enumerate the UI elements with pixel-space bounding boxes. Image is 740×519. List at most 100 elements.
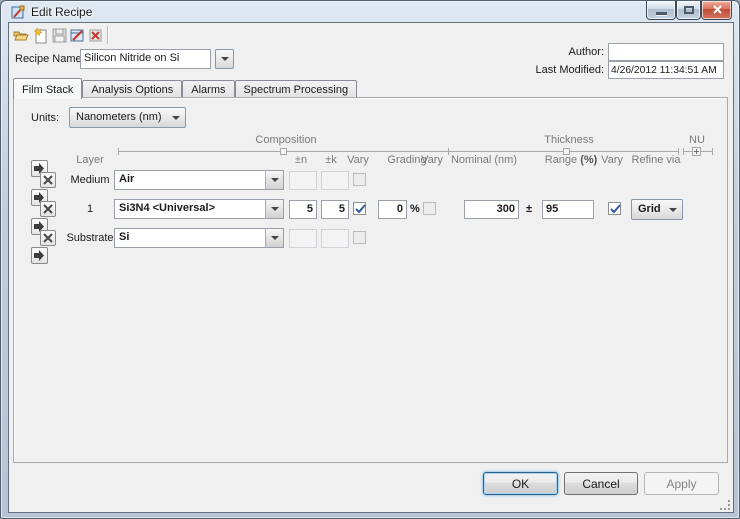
author-label: Author:	[501, 46, 604, 58]
recipe-name-label: Recipe Name:	[15, 53, 85, 65]
pk-field[interactable]: 5	[321, 200, 349, 219]
thickness-group-label: Thickness	[519, 134, 619, 146]
insert-layer-button[interactable]	[31, 247, 48, 264]
delete-row-button[interactable]	[40, 230, 56, 246]
percent-label: %	[410, 203, 420, 215]
pn-field	[289, 171, 317, 190]
save-recipe-button[interactable]	[51, 27, 68, 44]
delete-row-button[interactable]	[40, 172, 56, 188]
minimize-icon	[656, 12, 667, 15]
tab-bar: Film StackAnalysis OptionsAlarmsSpectrum…	[13, 77, 357, 98]
plus-minus-label: ±	[526, 203, 532, 215]
pn-field	[289, 229, 317, 248]
pk-field	[321, 229, 349, 248]
resize-grip[interactable]	[720, 500, 731, 511]
material-value: Si3N4 <Universal>	[119, 202, 263, 214]
material-dropdown-button[interactable]	[265, 229, 283, 247]
refine-via-value: Grid	[638, 203, 662, 215]
maximize-button[interactable]	[676, 1, 701, 20]
pn-field[interactable]: 5	[289, 200, 317, 219]
edit-recipe-dialog: Edit Recipe Recipe Name: Silicon Nitride…	[0, 0, 740, 519]
col-layer: Layer	[65, 154, 115, 166]
tab-analysis-options[interactable]: Analysis Options	[82, 80, 182, 98]
col-grading-vary: Vary	[413, 154, 451, 166]
app-icon	[11, 5, 26, 20]
window-title: Edit Recipe	[31, 5, 92, 19]
range-field[interactable]: 95	[542, 200, 594, 219]
open-folder-icon	[13, 27, 30, 44]
vary-checkbox	[353, 231, 366, 244]
toolbar-separator	[107, 26, 108, 44]
nu-expand-handle[interactable]	[692, 147, 701, 156]
col-pn: ±n	[287, 154, 315, 166]
bracket-tick	[118, 148, 119, 155]
delete-icon	[87, 27, 104, 44]
recipe-name-dropdown-button[interactable]	[215, 49, 234, 69]
refine-via-dropdown[interactable]: Grid	[631, 199, 683, 220]
grading-field[interactable]: 0	[378, 200, 407, 219]
plus-icon	[696, 149, 697, 154]
maximize-icon	[684, 6, 694, 14]
close-icon	[702, 1, 733, 20]
minimize-button[interactable]	[646, 1, 676, 20]
layer-label: Substrate	[59, 232, 121, 244]
tab-alarms[interactable]: Alarms	[182, 80, 234, 98]
new-document-icon	[32, 27, 49, 44]
material-combobox[interactable]: Si3N4 <Universal>	[114, 199, 284, 219]
author-input[interactable]	[608, 43, 724, 61]
chevron-down-icon	[669, 208, 677, 212]
check-icon	[609, 202, 622, 215]
units-dropdown[interactable]: Nanometers (nm)	[69, 107, 186, 128]
x-icon	[41, 202, 55, 216]
check-icon	[354, 202, 367, 215]
units-dropdown-button[interactable]	[167, 108, 185, 127]
col-thickness-vary: Vary	[593, 154, 631, 166]
layer-label: Medium	[59, 174, 121, 186]
last-modified-value: 4/26/2012 11:34:51 AM	[608, 61, 724, 79]
edit-grid-icon	[69, 27, 86, 44]
grading-vary-checkbox[interactable]	[423, 202, 436, 215]
delete-row-button[interactable]	[40, 201, 56, 217]
tab-spectrum-processing[interactable]: Spectrum Processing	[235, 80, 358, 98]
vary-checkbox[interactable]	[353, 202, 366, 215]
chevron-down-icon	[221, 57, 229, 61]
insert-arrow-icon	[32, 248, 47, 263]
vary-checkbox	[353, 173, 366, 186]
material-combobox[interactable]: Air	[114, 170, 284, 190]
units-label: Units:	[31, 112, 59, 124]
material-dropdown-button[interactable]	[265, 200, 283, 218]
cancel-button[interactable]: Cancel	[564, 472, 638, 495]
material-value: Si	[119, 231, 263, 243]
recipe-name-input[interactable]: Silicon Nitride on Si	[80, 49, 211, 69]
chevron-down-icon	[271, 178, 279, 182]
chevron-down-icon	[271, 207, 279, 211]
resize-grip-icon	[720, 500, 731, 511]
composition-bracket-handle[interactable]	[280, 148, 287, 155]
chevron-down-icon	[271, 236, 279, 240]
new-recipe-button[interactable]	[32, 27, 49, 44]
composition-group-label: Composition	[236, 134, 336, 146]
col-vary: Vary	[339, 154, 377, 166]
x-icon	[41, 173, 55, 187]
chevron-down-icon	[172, 116, 180, 120]
col-nominal: Nominal (nm)	[449, 154, 519, 166]
last-modified-label: Last Modified:	[481, 64, 604, 76]
pk-field	[321, 171, 349, 190]
col-refine-via: Refine via	[629, 154, 683, 166]
bracket-tick	[683, 148, 684, 155]
refine-via-dropdown-button[interactable]	[664, 200, 682, 219]
thickness-vary-checkbox[interactable]	[608, 202, 621, 215]
nominal-field[interactable]: 300	[464, 200, 519, 219]
apply-button[interactable]: Apply	[644, 472, 719, 495]
tab-film-stack[interactable]: Film Stack	[13, 78, 82, 99]
ok-button[interactable]: OK	[483, 472, 558, 495]
delete-recipe-button[interactable]	[87, 27, 104, 44]
x-icon	[41, 231, 55, 245]
edit-recipe-button[interactable]	[69, 27, 86, 44]
material-combobox[interactable]: Si	[114, 228, 284, 248]
material-value: Air	[119, 173, 263, 185]
material-dropdown-button[interactable]	[265, 171, 283, 189]
open-recipe-button[interactable]	[13, 27, 30, 44]
units-value: Nanometers (nm)	[76, 111, 165, 123]
close-button[interactable]	[701, 1, 732, 20]
